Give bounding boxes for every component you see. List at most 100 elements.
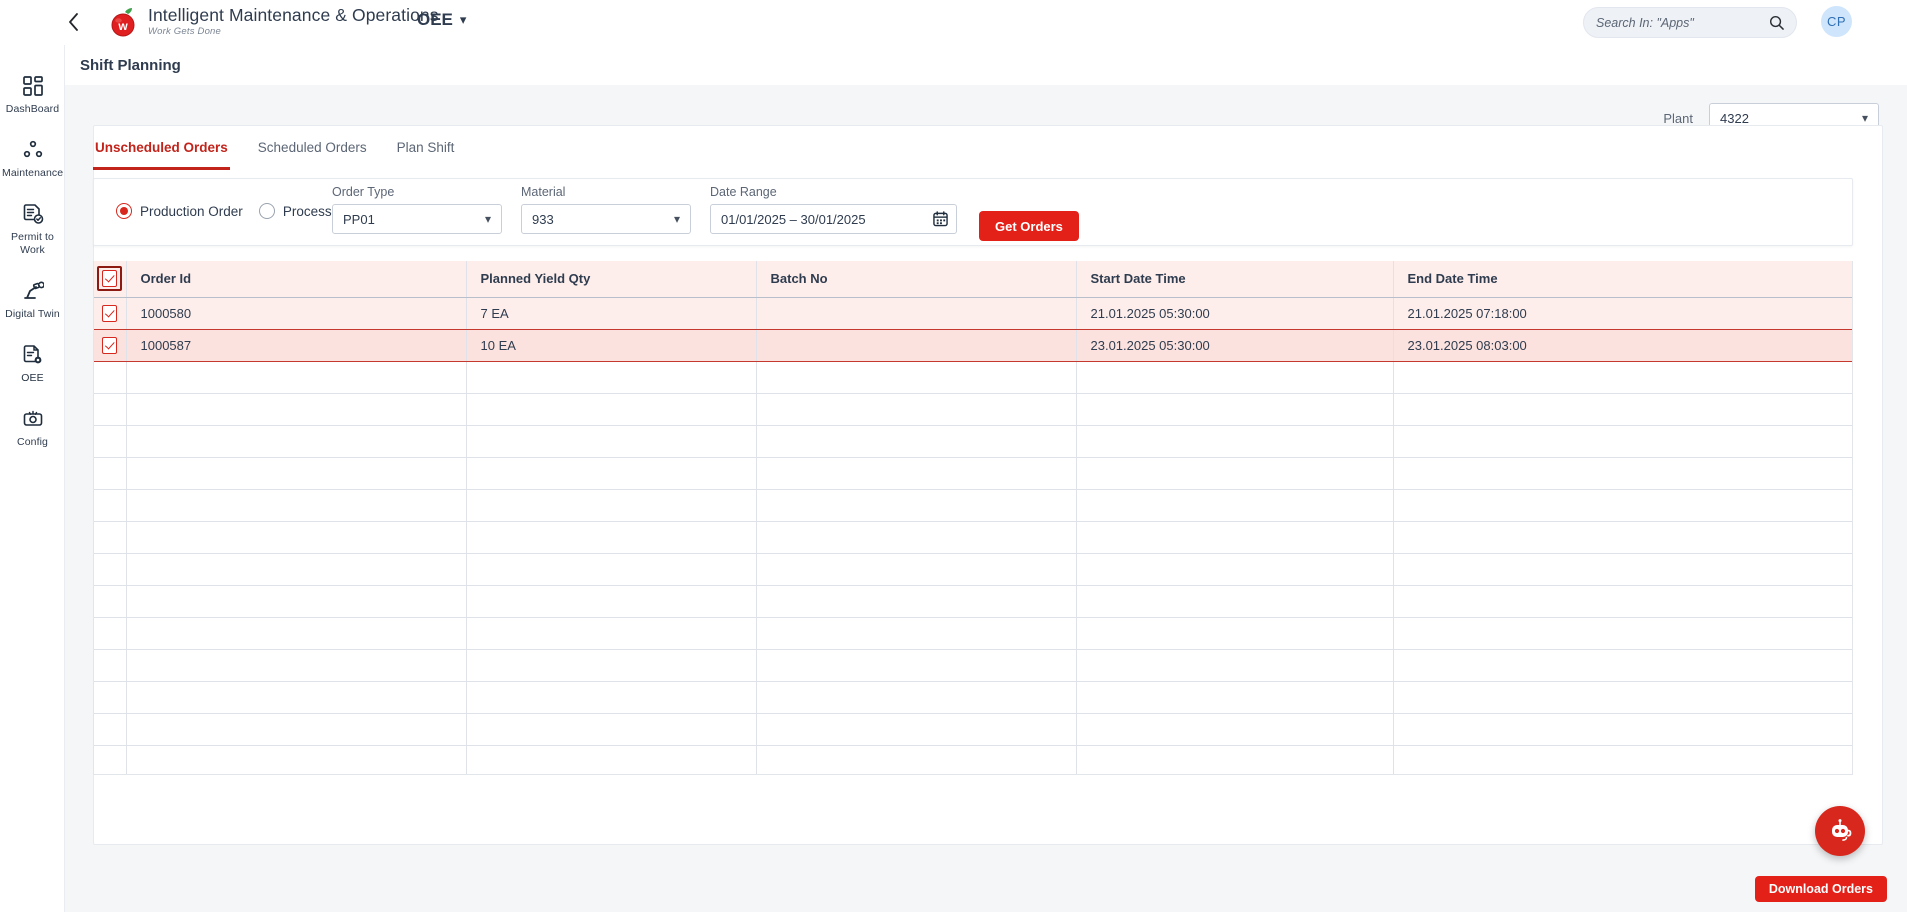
table-row[interactable]: 1000580 7 EA 21.01.2025 05:30:00 21.01.2… (94, 297, 1852, 330)
column-header-planned-yield-qty[interactable]: Planned Yield Qty (466, 261, 757, 298)
search-icon[interactable] (1769, 15, 1784, 30)
table-empty-cell (1393, 489, 1852, 522)
back-chevron-icon[interactable] (62, 11, 84, 33)
table-empty-cell (1393, 649, 1852, 682)
sidebar-item-permit-to-work[interactable]: Permit to Work (0, 191, 65, 268)
table-empty-cell (1393, 681, 1852, 714)
chevron-down-icon: ▾ (1861, 111, 1868, 125)
maintenance-nodes-icon (2, 138, 63, 162)
table-empty-cell (126, 713, 467, 746)
calendar-icon[interactable] (933, 211, 948, 227)
table-empty-cell (466, 553, 757, 586)
table-empty-cell (126, 681, 467, 714)
table-empty-cell (94, 361, 127, 394)
sidebar-label-config: Config (17, 436, 48, 448)
column-header-batch-no[interactable]: Batch No (756, 261, 1077, 298)
table-empty-cell (756, 425, 1077, 458)
radio-process-order-control[interactable] (258, 203, 275, 219)
dashboard-grid-icon (2, 74, 63, 98)
table-empty-cell (126, 617, 467, 650)
table-empty-cell (94, 521, 127, 554)
top-header-bar: w Intelligent Maintenance & Operations W… (0, 0, 1907, 45)
order-type-field: Order Type PP01 ▾ (332, 185, 502, 234)
search-box[interactable] (1583, 7, 1797, 38)
table-empty-cell (466, 457, 757, 490)
material-field: Material 933 ▾ (521, 185, 691, 234)
table-empty-cell (466, 617, 757, 650)
table-empty-cell (1393, 553, 1852, 586)
table-empty-cell (466, 521, 757, 554)
select-all-checkbox[interactable] (102, 270, 118, 288)
sidebar-label-permit-to-work: Permit to Work (11, 231, 54, 256)
radio-production-order-control[interactable] (116, 203, 132, 219)
module-switcher[interactable]: OEE ▾ (417, 10, 466, 30)
row-select-cell (94, 329, 127, 362)
table-empty-row (94, 617, 1852, 650)
radio-production-order[interactable]: Production Order (116, 203, 243, 219)
table-empty-cell (1076, 745, 1394, 774)
sidebar-item-oee[interactable]: OEE (0, 332, 65, 396)
plant-label: Plant (1663, 110, 1693, 126)
date-range-field: Date Range 01/01/2025 – 30/01/2025 (710, 185, 957, 234)
column-header-start-date-time[interactable]: Start Date Time (1076, 261, 1394, 298)
table-empty-row (94, 425, 1852, 458)
column-header-end-date-time[interactable]: End Date Time (1393, 261, 1852, 298)
table-empty-cell (756, 745, 1077, 774)
table-empty-cell (126, 585, 467, 618)
material-label: Material (521, 185, 566, 199)
tab-plan-shift[interactable]: Plan Shift (395, 130, 457, 170)
table-empty-cell (756, 457, 1077, 490)
table-empty-row (94, 457, 1852, 490)
date-range-value: 01/01/2025 – 30/01/2025 (721, 211, 866, 227)
sidebar-item-dashboard[interactable]: DashBoard (0, 63, 65, 127)
tab-unscheduled-orders[interactable]: Unscheduled Orders (93, 130, 230, 170)
material-select[interactable]: 933 ▾ (521, 204, 691, 234)
orders-table: Order Id Planned Yield Qty Batch No Star… (94, 261, 1852, 774)
brand-block: Intelligent Maintenance & Operations Wor… (148, 5, 439, 38)
select-all-focus-ring (97, 266, 123, 292)
radio-production-order-label: Production Order (140, 203, 243, 219)
table-empty-cell (94, 585, 127, 618)
robot-arm-icon (2, 279, 63, 303)
download-orders-button[interactable]: Download Orders (1754, 876, 1887, 902)
table-empty-cell (126, 745, 467, 774)
table-row[interactable]: 1000587 10 EA 23.01.2025 05:30:00 23.01.… (94, 329, 1852, 362)
table-empty-cell (756, 521, 1077, 554)
table-empty-cell (94, 489, 127, 522)
date-range-input[interactable]: 01/01/2025 – 30/01/2025 (710, 204, 957, 234)
chat-bot-button[interactable] (1815, 806, 1865, 856)
order-type-value: PP01 (343, 211, 375, 227)
cell-planned-yield-qty: 7 EA (466, 297, 757, 330)
brand-title: Intelligent Maintenance & Operations (148, 5, 439, 25)
search-input[interactable] (1596, 15, 1769, 30)
row-checkbox[interactable] (102, 336, 118, 354)
tab-scheduled-orders[interactable]: Scheduled Orders (256, 130, 369, 170)
cell-order-id: 1000587 (126, 329, 467, 362)
document-gear-icon (2, 343, 63, 367)
order-type-select[interactable]: PP01 ▾ (332, 204, 502, 234)
table-empty-row (94, 585, 1852, 618)
sidebar-item-maintenance[interactable]: Maintenance (0, 127, 65, 191)
sidebar-item-config[interactable]: Config (0, 396, 65, 460)
table-empty-cell (466, 585, 757, 618)
column-header-order-id[interactable]: Order Id (126, 261, 467, 298)
table-empty-cell (1393, 585, 1852, 618)
cell-start-date-time: 21.01.2025 05:30:00 (1076, 297, 1394, 330)
row-checkbox[interactable] (102, 304, 118, 322)
material-value: 933 (532, 211, 554, 227)
avatar[interactable]: CP (1821, 6, 1852, 37)
table-empty-row (94, 393, 1852, 426)
table-empty-cell (756, 617, 1077, 650)
sidebar-item-digital-twin[interactable]: Digital Twin (0, 268, 65, 332)
table-empty-cell (466, 425, 757, 458)
get-orders-button[interactable]: Get Orders (979, 211, 1079, 241)
table-empty-cell (94, 393, 127, 426)
table-empty-cell (1076, 649, 1394, 682)
main-content: Plant 4322 ▾ Unscheduled Orders Schedule… (65, 85, 1907, 912)
table-empty-cell (756, 585, 1077, 618)
svg-text:w: w (117, 19, 128, 33)
table-empty-cell (1076, 681, 1394, 714)
row-select-cell (94, 297, 127, 330)
table-empty-cell (756, 393, 1077, 426)
cell-end-date-time: 23.01.2025 08:03:00 (1393, 329, 1852, 362)
